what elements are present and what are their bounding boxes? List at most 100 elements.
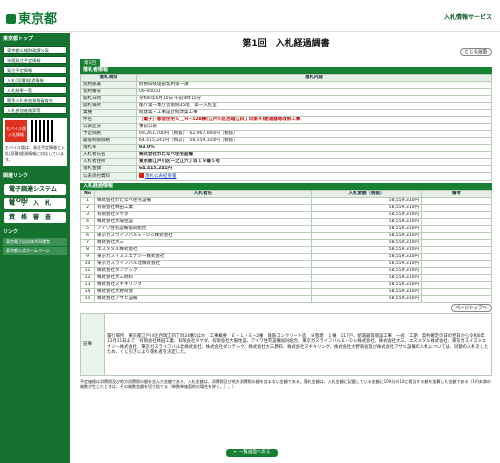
back-to-list-button[interactable]: ← 一覧画面へ戻る (226, 449, 278, 457)
bid-remark (421, 218, 492, 226)
service-name: 入札情報サービス (443, 14, 492, 21)
main-content: 第1回 入札経過調書 とじる画面 第1回 落札者情報 落札項目 落札内容 契約部署… (80, 36, 492, 389)
bid-no: 10 (80, 260, 95, 268)
bid-row: 3 有限会社タケダ 58,559,310円 (80, 211, 492, 219)
bid-amount: 58,559,310円 (311, 295, 422, 303)
bid-remark (421, 281, 492, 289)
bid-name: 有限会社林田工業 (94, 204, 312, 212)
winner-row: 入札者氏名 株式会社わたなべ住宅設備 (80, 151, 492, 159)
row-value: 64,415,241円（税込） 58,559,310円（税抜） (136, 137, 492, 145)
sidebar-item-5[interactable]: 競争入札参加資格審査名 (3, 96, 67, 104)
col-content: 落札内容 (136, 74, 492, 82)
bid-row: 8 エスメタル株式会社 58,559,310円 (80, 246, 492, 254)
winner-row: 入札者住所 東京都江戸川区一之江六丁目１９番５号 (80, 158, 492, 166)
bid-no: 2 (80, 204, 95, 212)
winner-row: 公表添付資料 落札公表結果書 (80, 172, 492, 181)
bid-name: 株式会社大三 (94, 239, 312, 247)
sidebar-item-1[interactable]: 年間発注予定情報 (3, 56, 67, 64)
bid-name: 株式会社わたなべ住宅設備 (94, 197, 312, 205)
row-value: 令和6年6月10日 午前9時15分 (136, 95, 492, 103)
row-value[interactable]: 落札公表結果書 (136, 172, 492, 181)
mobile-sub: 入札情報 (8, 132, 24, 137)
bid-amount: 58,559,310円 (311, 260, 422, 268)
col-name: 入札者名 (94, 190, 312, 198)
bid-no: 4 (80, 218, 95, 226)
bid-remark (421, 295, 492, 303)
bid-no: 8 (80, 246, 95, 254)
row-label: 契約部署 (80, 81, 137, 89)
bid-amount: 58,559,310円 (311, 267, 422, 275)
col-remark: 備考 (421, 190, 492, 198)
row-value: 経建築・工事設計経改築工事 (136, 109, 492, 117)
bid-no: 7 (80, 239, 95, 247)
bid-row: 2 有限会社林田工業 58,559,310円 (80, 204, 492, 212)
row-label: 落札率 (80, 144, 137, 152)
qr-code-icon (31, 120, 53, 142)
bid-no: 6 (80, 232, 95, 240)
bid-name: 東京ガスライフバル北株式会社 (94, 260, 312, 268)
page-top-button[interactable]: ページトップへ (450, 304, 492, 312)
sidebar: 東京都トップ 東京都公報財政課公表 年間発注予定情報 発注予定情報 入札(見積)… (0, 33, 70, 463)
mobile-banner[interactable]: モバイル版 入札情報 (5, 120, 27, 142)
winner-row: 落札金額 64,415,241円 (80, 165, 492, 173)
bid-amount: 58,559,310円 (311, 239, 422, 247)
bid-remark (421, 267, 492, 275)
bid-no: 3 (80, 211, 95, 219)
bid-amount: 58,559,310円 (311, 225, 422, 233)
bid-row: 11 株式会社ダンテック 58,559,310円 (80, 267, 492, 275)
remarks-text: 履行場所 東京都江戸川区西瑞江四丁目24番5ほか 工事概要 Ｅ・１・Ｅ−2棟 鉄… (104, 313, 492, 376)
winner-row: 最低制限価格 64,415,241円（税込） 58,559,310円（税抜） (80, 137, 492, 145)
link-egov[interactable]: 東京電子自治体共同運営 (3, 238, 67, 246)
row-label: 予定価格 (80, 130, 137, 138)
sidebar-heading-top: 東京都トップ (3, 36, 34, 42)
bid-remark (421, 274, 492, 282)
row-value: 都庁第一本庁舎南側35階 第一入札室 (136, 102, 492, 110)
link-tokyo[interactable]: 東京都公式ホームページ (3, 247, 67, 255)
qualification-button[interactable]: 資 格 審 査 (4, 212, 66, 223)
bid-name: 株式会社大三燃料 (94, 274, 312, 282)
bid-row: 13 株式会社スギキリング 58,559,310円 (80, 281, 492, 289)
winner-table: 落札項目 落札内容 契約部署 財務局経理部契約第一課 契約番号 06-00031 開札日時… (80, 74, 492, 181)
sidebar-item-2[interactable]: 発注予定情報 (3, 66, 67, 74)
bid-name: 有限会社タケダ (94, 211, 312, 219)
bid-name: 株式会社アサヒ設備 (94, 295, 312, 303)
bid-amount: 58,559,310円 (311, 274, 422, 282)
sidebar-item-4[interactable]: 入札結果一覧 (3, 86, 67, 94)
bid-amount: 58,559,310円 (311, 204, 422, 212)
mobile-panel: モバイル版 入札情報 モバイル版は、発注予定情報と入札(見積)経過情報に対応してい… (3, 118, 67, 166)
row-label: 開札日時 (80, 95, 137, 103)
row-label: 契約番号 (80, 88, 137, 96)
ebid-button[interactable]: 電 子 入 札 (4, 198, 66, 209)
row-value: 06-00031 (136, 88, 492, 96)
bid-row: 10 東京ガスライフバル北株式会社 58,559,310円 (80, 260, 492, 268)
bid-remark (421, 211, 492, 219)
bid-amount: 58,559,310円 (311, 232, 422, 240)
eprocurement-button[interactable]: 電子調達システム(TOP) (4, 184, 66, 204)
row-value: 東京都江戸川区一之江六丁目１９番５号 (136, 158, 492, 166)
bid-table: No 入札者名 入札金額（税抜） 備考 1 株式会社わたなべ住宅設備 58,559,310… (80, 190, 492, 303)
sidebar-heading-links: リンク (3, 229, 19, 235)
bid-row: 6 東京ガスライフバルＥ−Ｄｏ株式会社 58,559,310円 (80, 232, 492, 240)
bid-amount: 58,559,310円 (311, 246, 422, 254)
bid-row: 1 株式会社わたなべ住宅設備 58,559,310円 (80, 197, 492, 205)
sidebar-item-3[interactable]: 入札(見積)経過情報 (3, 76, 67, 84)
sidebar-heading-related: 関連リンク (3, 173, 29, 179)
sidebar-item-6[interactable]: 入札参加者検索等 (3, 106, 67, 114)
bid-name: 株式会社スギキリング (94, 281, 312, 289)
bid-no: 9 (80, 253, 95, 261)
bid-amount: 58,559,310円 (311, 197, 422, 205)
bid-remark (421, 204, 492, 212)
tokyo-logo[interactable]: 東京都 (6, 8, 57, 27)
attachment-link[interactable]: 落札公表結果書 (145, 174, 177, 179)
bid-remark (421, 246, 492, 254)
footnote: 予定価格は消費税及び地方消費税の額を含んだ金額であり、入札金額は、消費税及び地方… (80, 379, 491, 389)
page-header: 東京都 入札情報サービス (0, 0, 500, 32)
bid-no: 1 (80, 197, 95, 205)
row-value: 事前公表 (136, 123, 492, 131)
sidebar-item-0[interactable]: 東京都公報財政課公表 (3, 46, 67, 54)
close-button[interactable]: とじる画面 (459, 48, 492, 56)
row-label: 公表添付資料 (80, 172, 137, 181)
bid-no: 15 (80, 295, 95, 303)
bid-name: 東京ガスイズミエナジー株式会社 (94, 253, 312, 261)
mobile-title: モバイル版 (6, 126, 26, 131)
